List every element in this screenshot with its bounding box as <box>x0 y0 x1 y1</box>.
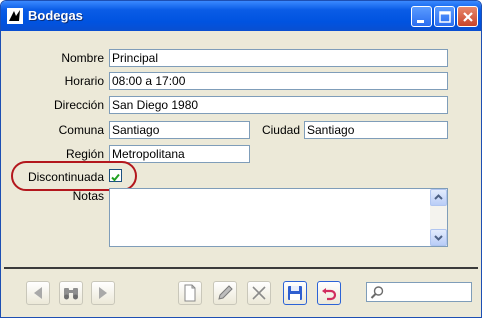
direccion-field[interactable]: San Diego 1980 <box>109 96 448 114</box>
bodegas-window: Bodegas Nombre Principal Horario 08:00 a… <box>0 0 482 318</box>
notas-textarea[interactable] <box>109 188 448 247</box>
delete-record-button[interactable] <box>247 281 271 305</box>
new-document-icon <box>184 284 196 302</box>
arrow-left-icon <box>34 287 42 299</box>
save-record-button[interactable] <box>283 281 307 305</box>
chevron-up-icon <box>434 194 443 200</box>
nombre-field[interactable]: Principal <box>109 49 448 67</box>
region-label: Región <box>65 147 104 161</box>
nombre-label: Nombre <box>61 51 104 65</box>
horario-field[interactable]: 08:00 a 17:00 <box>109 72 448 90</box>
maximize-icon <box>439 11 451 23</box>
app-icon <box>7 8 23 24</box>
delete-x-icon <box>252 286 266 300</box>
scroll-down-button[interactable] <box>430 229 447 246</box>
search-box[interactable] <box>366 282 472 302</box>
binoculars-icon <box>64 288 78 300</box>
undo-arrow-icon <box>322 288 337 301</box>
window-client: Nombre Principal Horario 08:00 a 17:00 D… <box>4 31 478 313</box>
horario-label: Horario <box>64 74 104 88</box>
arrow-right-icon <box>99 287 107 299</box>
next-record-button[interactable] <box>91 281 115 305</box>
chevron-down-icon <box>434 235 443 241</box>
comuna-field[interactable]: Santiago <box>109 121 250 139</box>
minimize-icon <box>417 20 424 23</box>
window-title: Bodegas <box>28 8 83 23</box>
close-button[interactable] <box>457 6 478 27</box>
magnifier-icon <box>370 286 384 299</box>
search-input[interactable] <box>387 284 469 300</box>
toolbar <box>4 269 478 313</box>
region-field[interactable]: Metropolitana <box>109 145 250 163</box>
title-bar[interactable]: Bodegas <box>1 1 481 31</box>
ciudad-label: Ciudad <box>261 123 300 137</box>
maximize-button[interactable] <box>434 6 455 27</box>
pencil-icon <box>218 285 233 300</box>
comuna-label: Comuna <box>58 123 104 137</box>
undo-changes-button[interactable] <box>317 281 341 305</box>
previous-record-button[interactable] <box>26 281 50 305</box>
discontinuada-highlight <box>11 161 137 191</box>
search-records-button[interactable] <box>59 281 83 305</box>
ciudad-field[interactable]: Santiago <box>304 121 448 139</box>
floppy-disk-icon <box>288 286 302 300</box>
edit-record-button[interactable] <box>213 281 237 305</box>
close-icon <box>463 12 473 22</box>
notas-label: Notas <box>72 189 104 203</box>
notas-scrollbar[interactable] <box>430 189 447 246</box>
direccion-label: Dirección <box>53 98 104 112</box>
scroll-up-button[interactable] <box>430 189 447 206</box>
form-area: Nombre Principal Horario 08:00 a 17:00 D… <box>4 31 478 267</box>
new-record-button[interactable] <box>178 281 202 305</box>
minimize-button[interactable] <box>411 6 432 27</box>
